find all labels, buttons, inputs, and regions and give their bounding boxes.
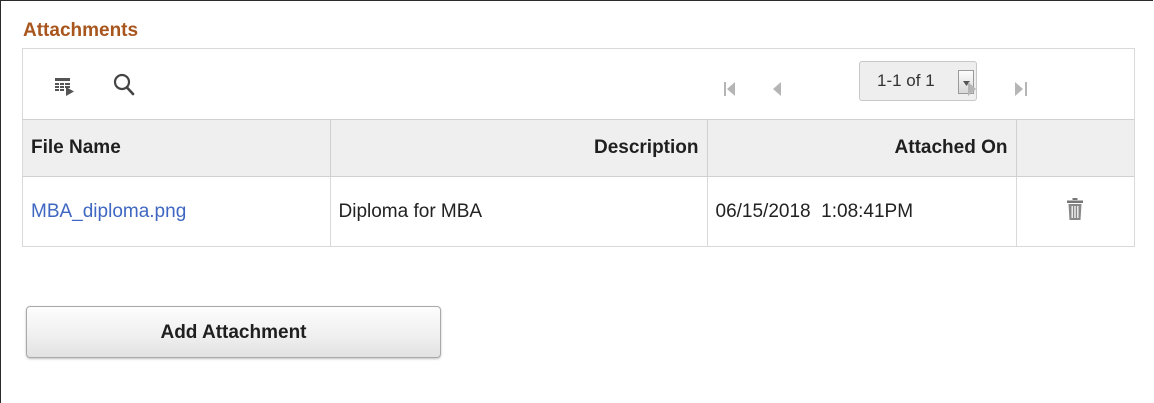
grid-toolbar: 1-1 of 1 — [23, 49, 1134, 119]
column-header-attached-on[interactable]: Attached On — [706, 119, 1017, 177]
table-row: MBA_diploma.png Diploma for MBA 06/15/20… — [23, 176, 1134, 247]
last-page-icon[interactable] — [1015, 82, 1027, 101]
next-page-icon[interactable] — [968, 82, 977, 101]
page-range-select[interactable]: 1-1 of 1 — [859, 61, 977, 101]
column-header-description[interactable]: Description — [329, 119, 708, 177]
trash-icon[interactable] — [1067, 197, 1084, 226]
attached-on-value: 06/15/2018 1:08:41PM — [715, 200, 914, 222]
file-name-link[interactable]: MBA_diploma.png — [31, 201, 186, 222]
column-header-actions — [1015, 119, 1134, 177]
delete-cell — [1015, 176, 1134, 247]
previous-page-icon[interactable] — [773, 82, 782, 101]
attachments-grid: 1-1 of 1 File Name Description Attached … — [22, 48, 1135, 247]
first-page-icon[interactable] — [724, 82, 736, 101]
section-title: Attachments — [23, 20, 139, 41]
table-header-row: File Name Description Attached On — [23, 119, 1134, 177]
add-attachment-button[interactable]: Add Attachment — [26, 306, 441, 358]
file-name-cell: MBA_diploma.png — [23, 176, 331, 247]
column-header-file-name[interactable]: File Name — [23, 119, 331, 177]
page-range-label: 1-1 of 1 — [877, 71, 935, 90]
description-cell: Diploma for MBA — [329, 176, 708, 247]
attached-on-cell: 06/15/2018 1:08:41PM — [706, 176, 1017, 247]
personalize-grid-icon[interactable] — [55, 78, 75, 101]
search-icon[interactable] — [113, 73, 135, 102]
attachments-table: File Name Description Attached On MBA_di… — [23, 119, 1134, 247]
